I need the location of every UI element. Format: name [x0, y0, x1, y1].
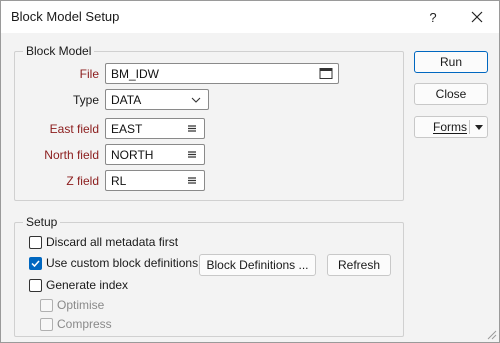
z-field-label: Z field — [66, 174, 99, 188]
north-field-value: NORTH — [111, 148, 154, 162]
list-icon[interactable] — [185, 174, 199, 187]
checkmark-icon — [31, 259, 40, 267]
discard-metadata-checkbox[interactable]: Discard all metadata first — [29, 234, 178, 250]
run-button-label: Run — [439, 55, 462, 69]
block-definitions-button-label: Block Definitions ... — [206, 258, 309, 272]
type-select[interactable]: DATA — [105, 89, 209, 110]
title-bar: Block Model Setup ? — [1, 1, 499, 33]
file-value: BM_IDW — [111, 67, 159, 81]
generate-index-box[interactable] — [29, 278, 42, 292]
help-icon: ? — [429, 9, 437, 25]
list-icon[interactable] — [185, 148, 199, 161]
compress-checkbox[interactable]: Compress — [40, 316, 112, 332]
block-model-group-label: Block Model — [23, 44, 95, 58]
forms-divider — [469, 120, 470, 134]
file-label: File — [79, 67, 99, 81]
forms-button[interactable]: Forms — [414, 116, 488, 138]
chevron-down-icon — [191, 97, 201, 103]
resize-grip-icon[interactable] — [485, 328, 497, 340]
compress-box[interactable] — [40, 317, 53, 331]
optimise-label: Optimise — [57, 298, 105, 312]
compress-label: Compress — [57, 317, 112, 331]
close-button[interactable]: Close — [414, 83, 488, 105]
block-definitions-button[interactable]: Block Definitions ... — [199, 254, 316, 276]
discard-metadata-box[interactable] — [29, 235, 42, 249]
refresh-button-label: Refresh — [337, 258, 381, 272]
north-field-label: North field — [44, 148, 99, 162]
close-icon — [471, 11, 483, 23]
generate-index-checkbox[interactable]: Generate index — [29, 277, 128, 293]
close-button-label: Close — [435, 87, 467, 101]
dropdown-arrow-icon[interactable] — [475, 125, 483, 131]
z-field-input[interactable]: RL — [105, 170, 205, 191]
optimise-box[interactable] — [40, 298, 53, 312]
type-label: Type — [72, 93, 99, 107]
z-field-value: RL — [111, 174, 127, 188]
dialog-window: Block Model Setup ? Block Model File BM_… — [0, 0, 500, 343]
custom-block-definitions-label: Use custom block definitions — [46, 256, 199, 270]
east-field-input[interactable]: EAST — [105, 118, 205, 139]
browse-icon[interactable] — [319, 67, 333, 80]
help-button[interactable]: ? — [411, 1, 455, 33]
file-input[interactable]: BM_IDW — [105, 63, 339, 84]
forms-button-label: Forms — [433, 120, 467, 134]
run-button[interactable]: Run — [414, 51, 488, 73]
east-field-value: EAST — [111, 122, 143, 136]
close-window-button[interactable] — [455, 1, 499, 33]
optimise-checkbox[interactable]: Optimise — [40, 297, 104, 313]
refresh-button[interactable]: Refresh — [327, 254, 391, 276]
custom-block-definitions-checkbox[interactable]: Use custom block definitions — [29, 255, 198, 271]
list-icon[interactable] — [185, 122, 199, 135]
discard-metadata-label: Discard all metadata first — [46, 235, 179, 249]
window-title: Block Model Setup — [11, 9, 120, 24]
setup-group-label: Setup — [23, 215, 61, 229]
type-value: DATA — [111, 93, 142, 107]
north-field-input[interactable]: NORTH — [105, 144, 205, 165]
generate-index-label: Generate index — [46, 278, 129, 292]
east-field-label: East field — [49, 122, 99, 136]
custom-block-definitions-box[interactable] — [29, 256, 42, 270]
